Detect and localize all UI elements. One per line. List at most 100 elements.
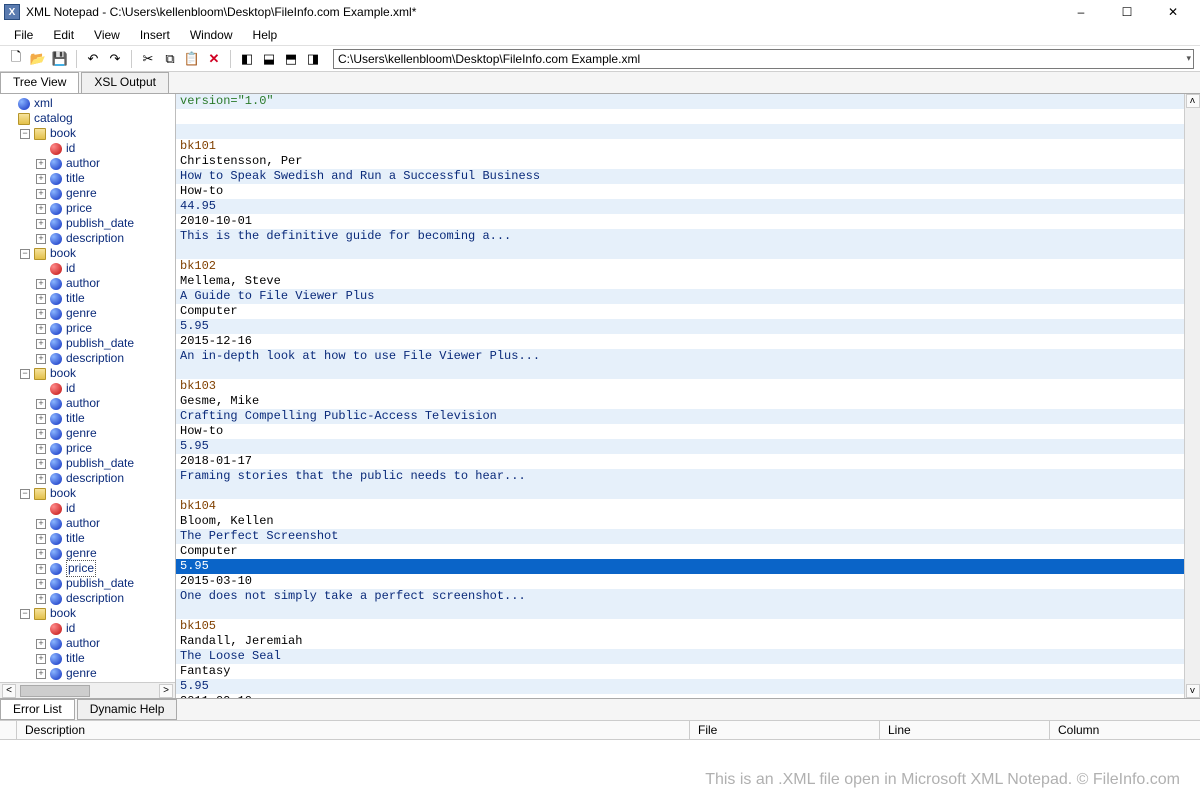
expander-icon[interactable]: + bbox=[36, 219, 46, 229]
value-row[interactable]: 2010-10-01 bbox=[176, 214, 1184, 229]
tree-node[interactable]: id bbox=[0, 621, 175, 636]
value-row[interactable]: Crafting Compelling Public-Access Televi… bbox=[176, 409, 1184, 424]
tree-node[interactable]: +genre bbox=[0, 666, 175, 681]
scroll-down-icon[interactable]: v bbox=[1186, 684, 1200, 698]
expander-icon[interactable]: + bbox=[36, 174, 46, 184]
value-row[interactable]: One does not simply take a perfect scree… bbox=[176, 589, 1184, 604]
tree-node[interactable]: +title bbox=[0, 411, 175, 426]
value-row[interactable]: The Loose Seal bbox=[176, 649, 1184, 664]
value-row[interactable]: Computer bbox=[176, 544, 1184, 559]
tree-node[interactable]: +genre bbox=[0, 186, 175, 201]
open-button[interactable]: 📂 bbox=[28, 49, 48, 69]
value-row[interactable]: 2015-12-16 bbox=[176, 334, 1184, 349]
expander-icon[interactable]: + bbox=[36, 294, 46, 304]
value-row[interactable]: bk105 bbox=[176, 619, 1184, 634]
expander-icon[interactable]: − bbox=[20, 489, 30, 499]
tree-node[interactable]: −book bbox=[0, 246, 175, 261]
tree-node[interactable]: −book bbox=[0, 606, 175, 621]
tree-node[interactable]: +price bbox=[0, 201, 175, 216]
expander-icon[interactable]: − bbox=[20, 369, 30, 379]
expander-icon[interactable]: + bbox=[36, 519, 46, 529]
menu-insert[interactable]: Insert bbox=[130, 26, 180, 44]
chevron-down-icon[interactable]: ▾ bbox=[1186, 53, 1191, 64]
tree-node[interactable]: +title bbox=[0, 291, 175, 306]
expander-icon[interactable]: + bbox=[36, 234, 46, 244]
tree-node[interactable]: id bbox=[0, 501, 175, 516]
expander-icon[interactable]: + bbox=[36, 354, 46, 364]
col-description[interactable]: Description bbox=[17, 721, 690, 739]
tree-node[interactable]: +price bbox=[0, 441, 175, 456]
value-row[interactable]: bk101 bbox=[176, 139, 1184, 154]
value-row[interactable]: Fantasy bbox=[176, 664, 1184, 679]
tree-node[interactable]: +description bbox=[0, 591, 175, 606]
value-row[interactable]: An in-depth look at how to use File View… bbox=[176, 349, 1184, 364]
expander-icon[interactable]: − bbox=[20, 129, 30, 139]
expander-icon[interactable]: + bbox=[36, 534, 46, 544]
tree-node[interactable]: +description bbox=[0, 351, 175, 366]
tree-node[interactable]: +genre bbox=[0, 306, 175, 321]
tree-node[interactable]: +description bbox=[0, 231, 175, 246]
expander-icon[interactable]: + bbox=[36, 279, 46, 289]
value-row[interactable]: 2018-01-17 bbox=[176, 454, 1184, 469]
tree-node[interactable]: +publish_date bbox=[0, 456, 175, 471]
value-row[interactable]: A Guide to File Viewer Plus bbox=[176, 289, 1184, 304]
expander-icon[interactable]: + bbox=[36, 579, 46, 589]
tree-node[interactable]: +author bbox=[0, 156, 175, 171]
nudge-up-button[interactable]: ⬒ bbox=[281, 49, 301, 69]
scroll-right-icon[interactable]: > bbox=[159, 684, 173, 698]
value-row[interactable]: 2015-03-10 bbox=[176, 574, 1184, 589]
value-column[interactable]: version="1.0" bk101Christensson, PerHow … bbox=[176, 94, 1200, 698]
tree-node[interactable]: +author bbox=[0, 636, 175, 651]
tree-node[interactable]: +title bbox=[0, 171, 175, 186]
value-row[interactable] bbox=[176, 364, 1184, 379]
value-row[interactable]: 5.95 bbox=[176, 559, 1184, 574]
value-row[interactable]: Bloom, Kellen bbox=[176, 514, 1184, 529]
tree-node[interactable]: +price bbox=[0, 321, 175, 336]
value-row[interactable]: version="1.0" bbox=[176, 94, 1184, 109]
col-column[interactable]: Column bbox=[1050, 721, 1200, 739]
expander-icon[interactable]: + bbox=[36, 639, 46, 649]
scroll-thumb[interactable] bbox=[20, 685, 90, 697]
maximize-button[interactable]: ☐ bbox=[1104, 0, 1150, 24]
tree-node[interactable]: +author bbox=[0, 396, 175, 411]
scroll-up-icon[interactable]: ʌ bbox=[1186, 94, 1200, 108]
menu-file[interactable]: File bbox=[4, 26, 43, 44]
tab-xsl-output[interactable]: XSL Output bbox=[81, 72, 169, 93]
nudge-left-button[interactable]: ◧ bbox=[237, 49, 257, 69]
tree-node[interactable]: +price bbox=[0, 561, 175, 576]
expander-icon[interactable]: + bbox=[36, 594, 46, 604]
close-button[interactable]: ✕ bbox=[1150, 0, 1196, 24]
save-button[interactable]: 💾 bbox=[50, 49, 70, 69]
value-row[interactable] bbox=[176, 244, 1184, 259]
menu-window[interactable]: Window bbox=[180, 26, 243, 44]
tree-node[interactable]: −book bbox=[0, 366, 175, 381]
value-row[interactable]: 2011-09-10 bbox=[176, 694, 1184, 698]
tree-node[interactable]: +publish_date bbox=[0, 336, 175, 351]
menu-edit[interactable]: Edit bbox=[43, 26, 84, 44]
expander-icon[interactable]: + bbox=[36, 474, 46, 484]
cut-button[interactable]: ✂ bbox=[138, 49, 158, 69]
nudge-down-button[interactable]: ⬓ bbox=[259, 49, 279, 69]
path-combobox[interactable]: C:\Users\kellenbloom\Desktop\FileInfo.co… bbox=[333, 49, 1194, 69]
expander-icon[interactable]: + bbox=[36, 324, 46, 334]
menu-help[interactable]: Help bbox=[243, 26, 288, 44]
expander-icon[interactable]: + bbox=[36, 549, 46, 559]
value-row[interactable]: bk102 bbox=[176, 259, 1184, 274]
menu-view[interactable]: View bbox=[84, 26, 130, 44]
redo-button[interactable]: ↷ bbox=[105, 49, 125, 69]
value-row[interactable]: 44.95 bbox=[176, 199, 1184, 214]
delete-button[interactable]: ✕ bbox=[204, 49, 224, 69]
expander-icon[interactable]: + bbox=[36, 459, 46, 469]
expander-icon[interactable]: − bbox=[20, 609, 30, 619]
expander-icon[interactable]: + bbox=[36, 414, 46, 424]
col-line[interactable]: Line bbox=[880, 721, 1050, 739]
tab-error-list[interactable]: Error List bbox=[0, 699, 75, 720]
value-row[interactable]: bk104 bbox=[176, 499, 1184, 514]
value-row[interactable] bbox=[176, 109, 1184, 124]
tree-node[interactable]: id bbox=[0, 261, 175, 276]
tab-tree-view[interactable]: Tree View bbox=[0, 72, 79, 93]
expander-icon[interactable]: + bbox=[36, 399, 46, 409]
new-button[interactable]: 🗋 bbox=[6, 49, 26, 69]
expander-icon[interactable]: − bbox=[20, 249, 30, 259]
col-file[interactable]: File bbox=[690, 721, 880, 739]
